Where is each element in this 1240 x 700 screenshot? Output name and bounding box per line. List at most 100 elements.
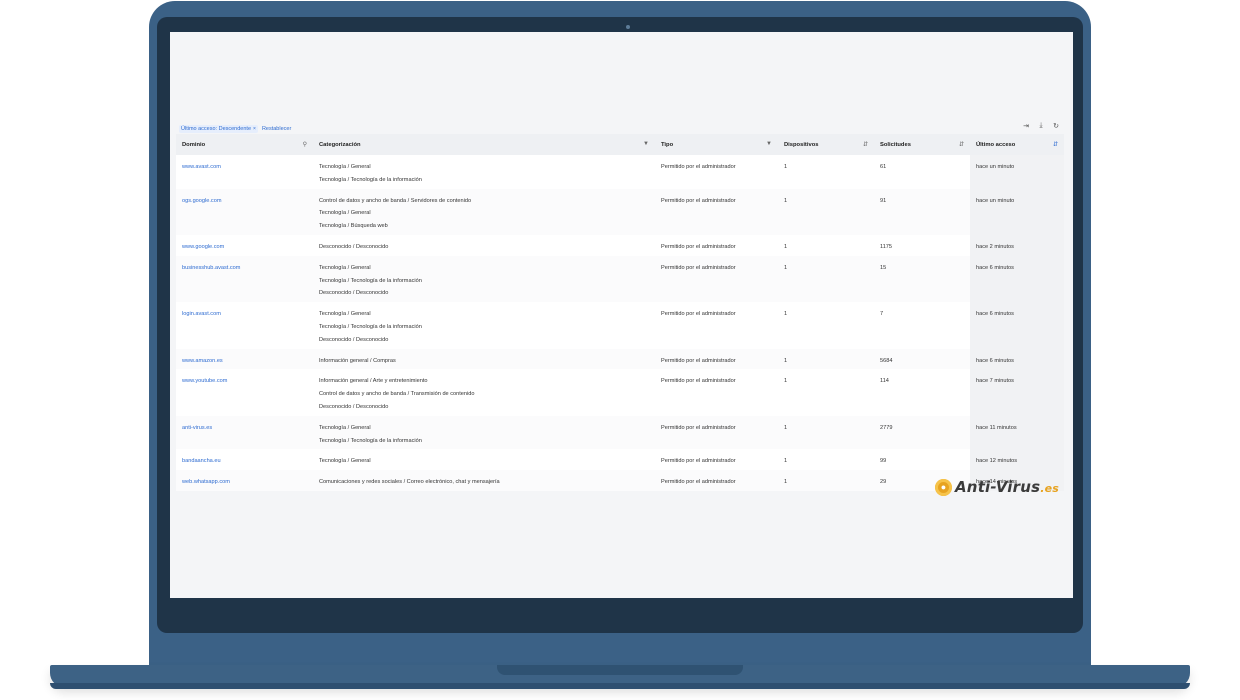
cell-last-access: hace 12 minutos: [970, 449, 1064, 471]
cell-category: Control de datos y ancho de banda / Serv…: [313, 188, 655, 235]
cell-category: Tecnología / General Tecnología / Tecnolo…: [313, 302, 655, 349]
table-row[interactable]: bandaancha.eu Tecnología / General Permiti…: [176, 449, 1064, 471]
cell-category: Información general / Arte y entretenimi…: [313, 369, 655, 416]
cell-requests: 99: [874, 449, 970, 471]
table-header-row: Dominio ⚲ Categorización ▼ Tipo ▼ Dispos…: [176, 134, 1064, 155]
cell-type: Permitido por el administrador: [655, 255, 778, 303]
domain-link[interactable]: ogs.google.com: [182, 198, 222, 204]
table-toolbar: ⇥ ⤓ ↻: [1022, 122, 1060, 130]
search-icon[interactable]: ⚲: [303, 141, 307, 148]
laptop-base-lip: [50, 683, 1190, 689]
cell-devices: 1: [778, 470, 874, 491]
category-line: Desconocido / Desconocido: [319, 403, 389, 410]
domain-link[interactable]: www.youtube.com: [182, 378, 227, 384]
table-row[interactable]: www.avast.com Tecnología / General Tecnolo…: [176, 155, 1064, 189]
cell-type: Permitido por el administrador: [655, 369, 778, 416]
table-row[interactable]: www.google.com Desconocido / Desconocido P…: [176, 234, 1064, 256]
watermark-logo: ● Anti-Virus.es: [935, 478, 1059, 496]
category-line: Tecnología / General: [319, 458, 371, 465]
cell-category: Comunicaciones y redes sociales / Correo…: [313, 470, 655, 491]
table-row[interactable]: businesshub.avast.com Tecnología / Genera…: [176, 255, 1064, 303]
cell-devices: 1: [778, 415, 874, 450]
category-line: Desconocido / Desconocido: [319, 336, 389, 343]
laptop-notch: [497, 665, 743, 675]
cell-devices: 1: [778, 234, 874, 256]
domain-link[interactable]: anti-virus.es: [182, 425, 212, 431]
cell-requests: 114: [874, 369, 970, 416]
table-row[interactable]: login.avast.com Tecnología / General Tecno…: [176, 302, 1064, 349]
cell-category: Tecnología / General Tecnología / Tecnolo…: [313, 155, 655, 189]
table-row[interactable]: www.amazon.es Información general / Compr…: [176, 348, 1064, 370]
column-header-type[interactable]: Tipo ▼: [655, 134, 778, 155]
cell-domain: bandaancha.eu: [176, 449, 313, 471]
column-header-category[interactable]: Categorización ▼: [313, 134, 655, 155]
category-line: Información general / Arte y entretenimi…: [319, 378, 428, 385]
domain-link[interactable]: bandaancha.eu: [182, 458, 221, 464]
column-header-domain[interactable]: Dominio ⚲: [176, 134, 313, 155]
close-icon[interactable]: ×: [253, 126, 256, 132]
cell-domain: ogs.google.com: [176, 188, 313, 235]
category-line: Tecnología / General: [319, 311, 371, 318]
cell-category: Tecnología / General Tecnología / Tecnolo…: [313, 415, 655, 450]
domain-link[interactable]: businesshub.avast.com: [182, 265, 240, 271]
category-line: Desconocido / Desconocido: [319, 243, 389, 250]
category-line: Comunicaciones y redes sociales / Correo…: [319, 479, 500, 486]
cell-type: Permitido por el administrador: [655, 234, 778, 256]
domain-link[interactable]: www.amazon.es: [182, 358, 223, 364]
coin-icon: ●: [935, 478, 952, 496]
category-line: Información general / Compras: [319, 357, 396, 364]
category-line: Tecnología / Tecnología de la informació…: [319, 277, 422, 284]
app-screen: Último acceso: Descendente × Restablecer…: [170, 32, 1073, 598]
table-row[interactable]: web.whatsapp.com Comunicaciones y redes s…: [176, 470, 1064, 491]
column-header-last-access[interactable]: Último acceso ⇵: [970, 134, 1064, 155]
refresh-icon[interactable]: ↻: [1052, 122, 1060, 130]
table-row[interactable]: www.youtube.com Información general / Art…: [176, 369, 1064, 416]
filter-chip-last-access[interactable]: Último acceso: Descendente ×: [179, 125, 258, 133]
column-header-requests[interactable]: Solicitudes ⇵: [874, 134, 970, 155]
cell-type: Permitido por el administrador: [655, 302, 778, 349]
cell-domain: web.whatsapp.com: [176, 470, 313, 491]
domain-link[interactable]: www.avast.com: [182, 164, 221, 170]
cell-devices: 1: [778, 348, 874, 370]
cell-type: Permitido por el administrador: [655, 348, 778, 370]
category-line: Tecnología / General: [319, 210, 371, 217]
table-row[interactable]: ogs.google.com Control de datos y ancho d…: [176, 188, 1064, 235]
filter-icon[interactable]: ▼: [766, 141, 772, 147]
columns-icon[interactable]: ⇥: [1022, 122, 1030, 130]
sort-icon[interactable]: ⇵: [959, 141, 964, 148]
cell-category: Información general / Compras: [313, 348, 655, 370]
cell-devices: 1: [778, 155, 874, 189]
cell-requests: 15: [874, 255, 970, 303]
laptop-base: [50, 665, 1190, 689]
category-line: Tecnología / Tecnología de la informació…: [319, 437, 422, 444]
cell-domain: www.google.com: [176, 234, 313, 256]
cell-domain: www.avast.com: [176, 155, 313, 189]
domain-link[interactable]: www.google.com: [182, 244, 224, 250]
domain-link[interactable]: web.whatsapp.com: [182, 479, 230, 485]
domains-table: Dominio ⚲ Categorización ▼ Tipo ▼ Dispos…: [176, 134, 1064, 491]
sort-descending-icon[interactable]: ⇵: [1053, 141, 1058, 148]
sort-icon[interactable]: ⇵: [863, 141, 868, 148]
cell-type: Permitido por el administrador: [655, 415, 778, 450]
download-icon[interactable]: ⤓: [1037, 122, 1045, 130]
cell-last-access: hace 11 minutos: [970, 415, 1064, 450]
cell-requests: 1175: [874, 234, 970, 256]
cell-requests: 61: [874, 155, 970, 189]
cell-domain: login.avast.com: [176, 302, 313, 349]
cell-devices: 1: [778, 369, 874, 416]
category-line: Tecnología / General: [319, 164, 371, 170]
cell-domain: anti-virus.es: [176, 415, 313, 450]
filter-icon[interactable]: ▼: [643, 141, 649, 147]
category-line: Control de datos y ancho de banda / Tran…: [319, 391, 475, 398]
category-line: Control de datos y ancho de banda / Serv…: [319, 197, 472, 204]
category-line: Tecnología / General: [319, 424, 371, 431]
cell-last-access: hace 6 minutos: [970, 348, 1064, 370]
reset-filters-link[interactable]: Restablecer: [262, 126, 291, 132]
domain-link[interactable]: login.avast.com: [182, 311, 221, 317]
cell-requests: 91: [874, 188, 970, 235]
cell-last-access: hace 6 minutos: [970, 255, 1064, 303]
cell-requests: 7: [874, 302, 970, 349]
table-row[interactable]: anti-virus.es Tecnología / General Tecnolo…: [176, 415, 1064, 450]
cell-last-access: hace 2 minutos: [970, 234, 1064, 256]
column-header-devices[interactable]: Dispositivos ⇵: [778, 134, 874, 155]
